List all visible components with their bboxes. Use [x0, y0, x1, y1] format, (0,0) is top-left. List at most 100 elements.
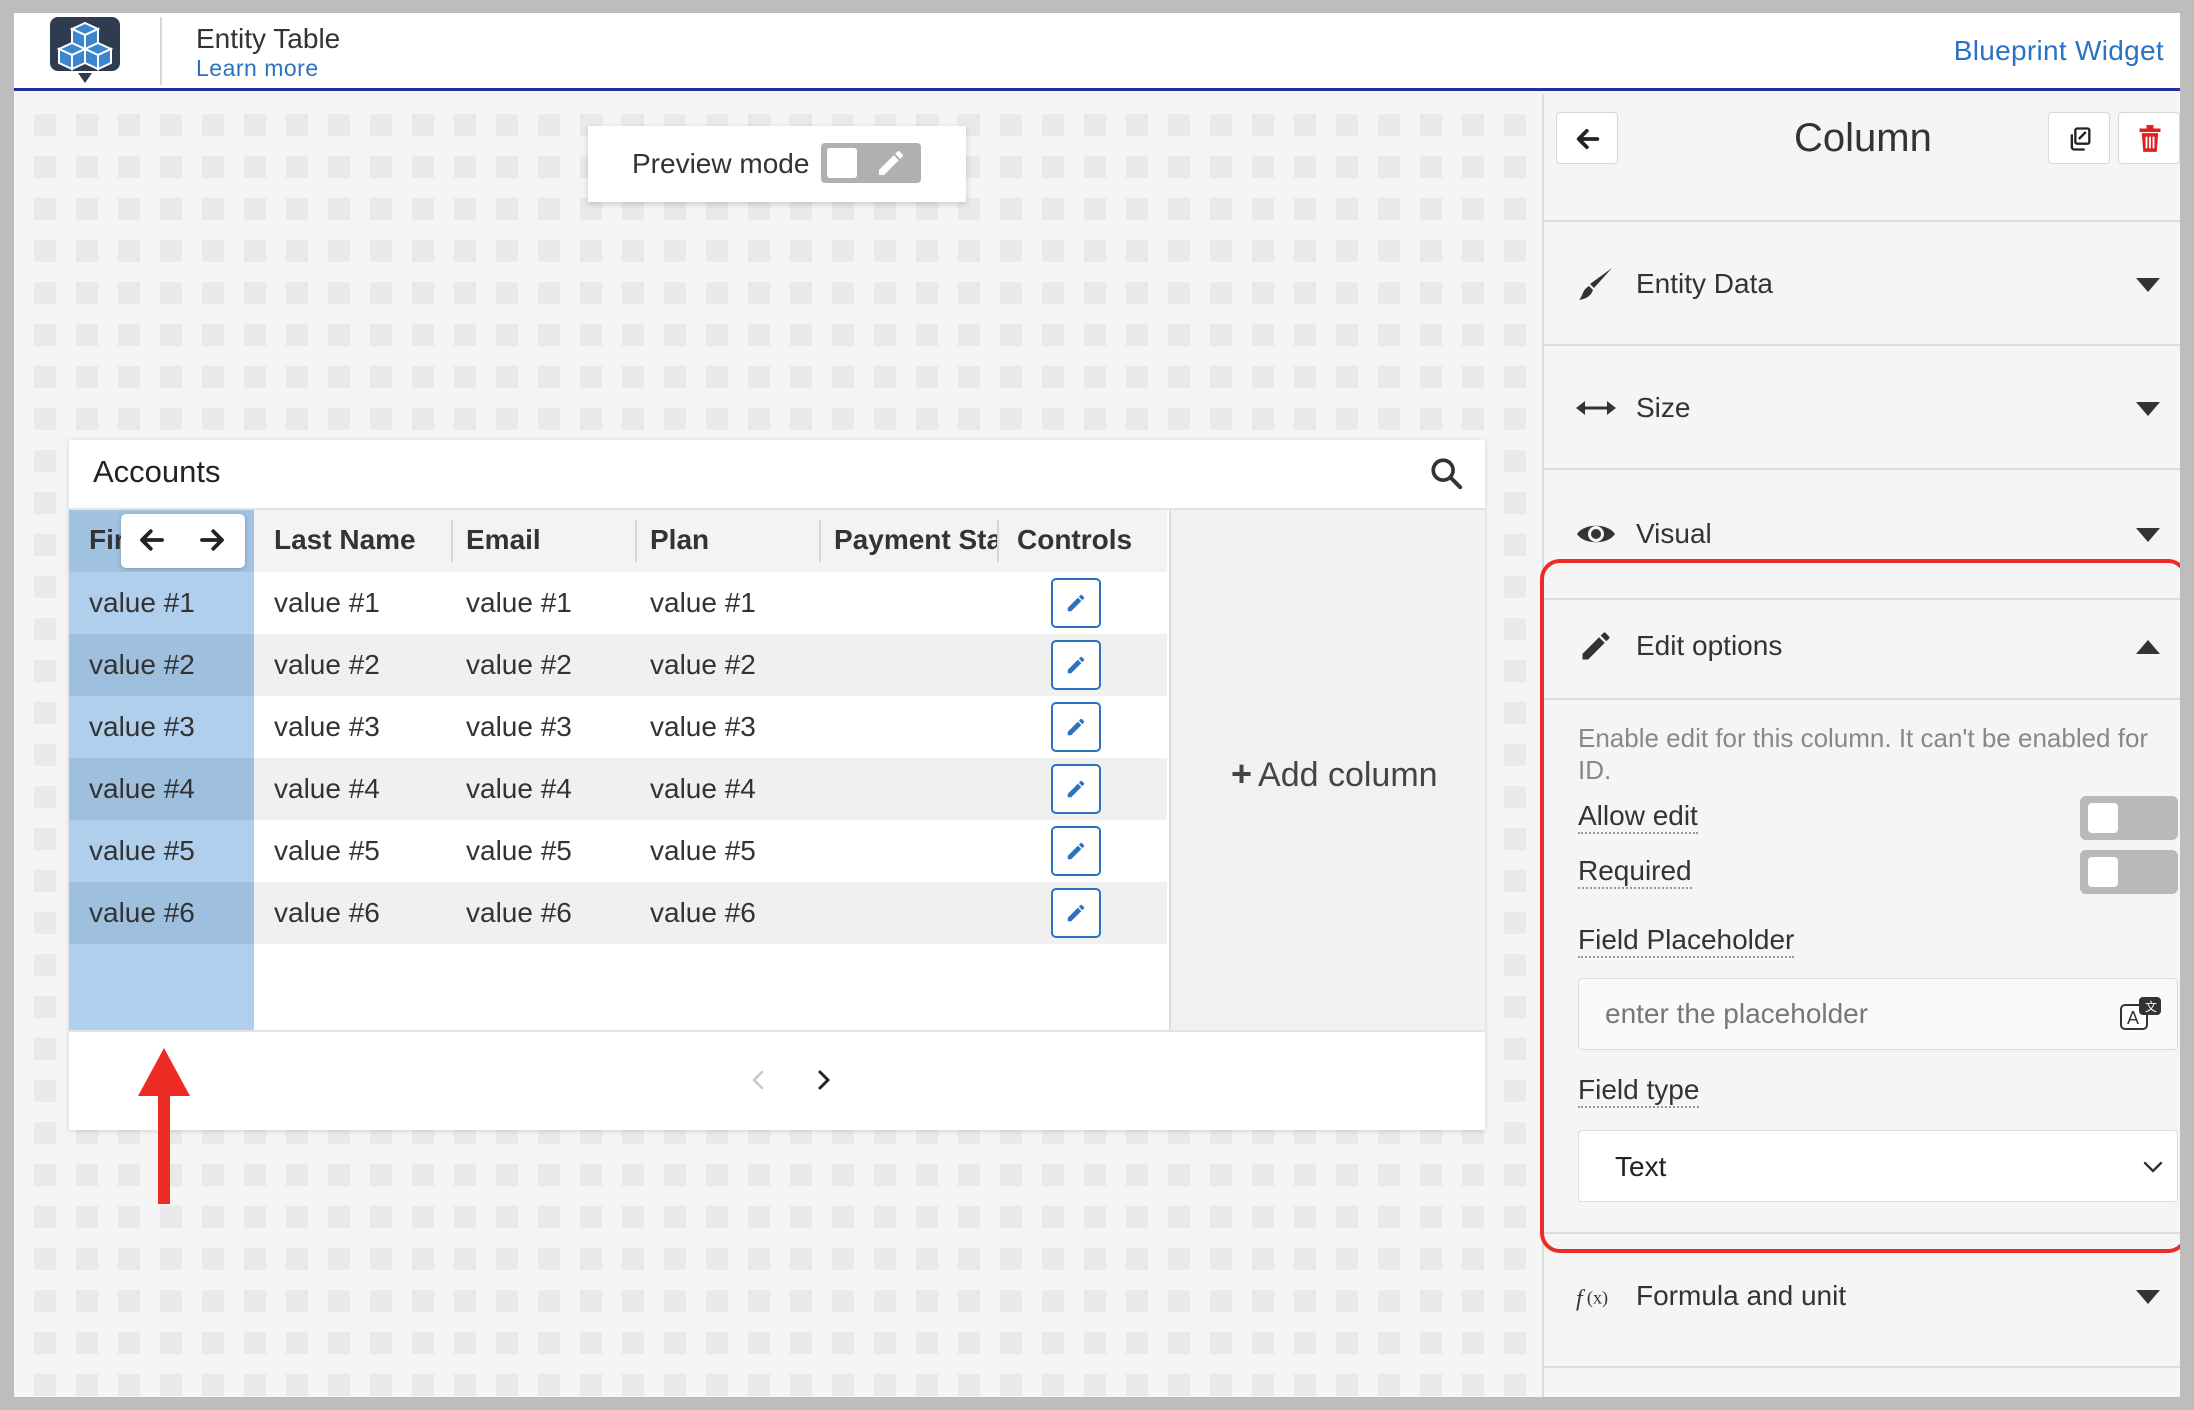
table-cell: value #3	[466, 711, 572, 742]
pencil-icon	[879, 150, 904, 175]
table-cell: value #2	[274, 649, 380, 680]
duplicate-button[interactable]	[2048, 112, 2110, 164]
add-column-button[interactable]: + Add column	[1169, 510, 1485, 1030]
table-cell: value #4	[274, 773, 380, 804]
table-header-row: Fir Last Name Email Plan Payment Sta Con…	[69, 510, 1167, 572]
table-cell: value #1	[274, 587, 380, 618]
section-label: Formula and unit	[1636, 1280, 1847, 1311]
column-separator	[819, 520, 821, 562]
table-row: value #2 value #2 value #2 value #2	[69, 634, 1167, 696]
trash-icon	[2139, 125, 2161, 152]
caret-down-icon	[2136, 1290, 2160, 1304]
pencil-icon	[1067, 842, 1085, 860]
column-header-payment-status[interactable]: Payment Sta	[834, 524, 999, 556]
section-entity-data[interactable]: Entity Data	[1544, 220, 2180, 346]
eye-icon	[1577, 525, 1615, 543]
caret-down-icon	[2136, 528, 2160, 542]
annotation-highlight-box	[1540, 559, 2180, 1253]
horizontal-arrows-icon	[1576, 401, 1616, 415]
app-window: Entity Table Learn more Blueprint Widget…	[14, 13, 2180, 1397]
table-row: value #4 value #4 value #4 value #4	[69, 758, 1167, 820]
column-header-controls: Controls	[1017, 524, 1133, 555]
preview-mode-toggle[interactable]	[821, 143, 921, 183]
table-row: value #3 value #3 value #3 value #3	[69, 696, 1167, 758]
panel-title: Column	[1794, 116, 1932, 160]
pencil-icon	[1067, 594, 1085, 612]
table-cell: value #2	[466, 649, 572, 680]
table-cell: value #6	[89, 897, 195, 928]
caret-down-icon	[2136, 278, 2160, 292]
divider	[69, 1030, 1485, 1032]
table-cell: value #2	[650, 649, 756, 680]
row-edit-button[interactable]	[1051, 826, 1101, 876]
section-label: Size	[1636, 392, 1691, 423]
pencil-icon	[1067, 718, 1085, 736]
brush-icon	[1579, 268, 1612, 300]
section-label: Visual	[1636, 518, 1712, 549]
table-cell: value #3	[274, 711, 380, 742]
column-header-plan[interactable]: Plan	[650, 524, 709, 556]
table-cell: value #5	[650, 835, 756, 866]
annotation-arrow-icon	[138, 1048, 190, 1204]
table-cell: value #5	[274, 835, 380, 866]
widget-title: Entity Table	[196, 23, 341, 54]
pencil-icon	[1067, 656, 1085, 674]
table-cell: value #1	[89, 587, 195, 618]
add-column-text: + Add column	[1231, 753, 1438, 795]
table-cell: value #3	[89, 711, 195, 742]
blueprint-widget-link[interactable]: Blueprint Widget	[1954, 35, 2164, 67]
table-row: value #5 value #5 value #5 value #5	[69, 820, 1167, 882]
caret-down-icon	[2136, 402, 2160, 416]
row-edit-button[interactable]	[1051, 578, 1101, 628]
table-cell: value #6	[274, 897, 380, 928]
preview-mode-control: Preview mode	[588, 126, 966, 202]
preview-mode-label: Preview mode	[632, 148, 810, 179]
table-cell: value #1	[650, 587, 756, 618]
column-move-control	[121, 514, 245, 568]
delete-button[interactable]	[2118, 112, 2180, 164]
chevron-left-icon[interactable]	[747, 1068, 771, 1092]
table-cell: value #4	[466, 773, 572, 804]
plus-icon: +	[1231, 753, 1253, 794]
entity-table-card: Accounts Fir Last Name Email Plan Paymen…	[69, 440, 1485, 1130]
function-icon: f (x)	[1576, 1285, 1608, 1311]
pencil-icon	[1067, 780, 1085, 798]
table-cell: value #5	[89, 835, 195, 866]
column-separator	[635, 520, 637, 562]
table-cell: value #6	[466, 897, 572, 928]
arrow-right-icon[interactable]	[197, 525, 227, 555]
search-icon[interactable]	[1429, 456, 1463, 490]
arrow-left-icon[interactable]	[137, 525, 167, 555]
table-cell: value #6	[650, 897, 756, 928]
row-edit-button[interactable]	[1051, 888, 1101, 938]
toggle-knob	[827, 148, 857, 178]
arrow-left-icon	[1576, 128, 1600, 150]
row-edit-button[interactable]	[1051, 764, 1101, 814]
cubes-logo-icon	[50, 17, 120, 83]
app-header: Entity Table Learn more Blueprint Widget	[14, 13, 2180, 91]
add-column-label: Add column	[1258, 756, 1438, 794]
table-cell: value #2	[89, 649, 195, 680]
section-size[interactable]: Size	[1544, 346, 2180, 470]
column-header-email[interactable]: Email	[466, 524, 541, 556]
column-header-last-name[interactable]: Last Name	[274, 524, 416, 556]
column-separator	[451, 520, 453, 562]
data-table: Fir Last Name Email Plan Payment Sta Con…	[69, 510, 1167, 1030]
table-cell: value #1	[466, 587, 572, 618]
copy-icon	[2070, 127, 2091, 151]
row-edit-button[interactable]	[1051, 640, 1101, 690]
table-cell: value #5	[466, 835, 572, 866]
chevron-right-icon[interactable]	[811, 1068, 835, 1092]
column-header-first-name[interactable]: Fir	[89, 524, 123, 556]
panel-header: Column	[1544, 94, 2180, 194]
column-separator	[997, 520, 999, 562]
back-button[interactable]	[1556, 112, 1618, 164]
table-row: value #6 value #6 value #6 value #6	[69, 882, 1167, 944]
section-label: Entity Data	[1636, 268, 1773, 299]
table-row: value #1 value #1 value #1 value #1	[69, 572, 1167, 634]
table-cell: value #4	[89, 773, 195, 804]
row-edit-button[interactable]	[1051, 702, 1101, 752]
pencil-icon	[1067, 904, 1085, 922]
header-divider	[160, 17, 162, 85]
learn-more-link[interactable]: Learn more	[196, 55, 319, 82]
